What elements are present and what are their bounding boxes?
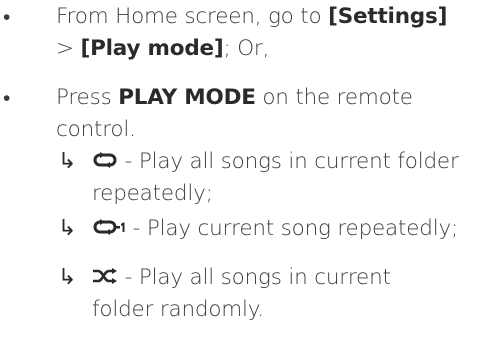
mode-line: - Play current song repeatedly; bbox=[92, 214, 458, 244]
separator-text: > bbox=[56, 36, 81, 61]
bullet-dot: • bbox=[3, 86, 11, 110]
mode-description: - Play all songs in current bbox=[118, 265, 391, 290]
arrow-icon: ↳ bbox=[58, 265, 77, 290]
instruction-text: ; Or, bbox=[223, 36, 270, 61]
bullet-dot: • bbox=[3, 5, 11, 29]
repeat-all-icon bbox=[92, 152, 118, 168]
bullet-line: Press PLAY MODE on the remote bbox=[56, 83, 413, 113]
shuffle-icon bbox=[92, 268, 118, 284]
repeat-one-icon bbox=[92, 219, 126, 235]
mode-description: - Play current song repeatedly; bbox=[126, 216, 459, 241]
manual-page: • From Home screen, go to [Settings] > [… bbox=[0, 0, 502, 341]
arrow-icon: ↳ bbox=[58, 216, 77, 241]
instruction-text: on the remote bbox=[255, 85, 413, 110]
bullet-line: control. bbox=[56, 115, 136, 145]
bullet-line: > [Play mode]; Or, bbox=[56, 34, 269, 64]
mode-line: - Play all songs in current folder bbox=[92, 147, 459, 177]
mode-line: folder randomly. bbox=[92, 295, 264, 325]
arrow-icon: ↳ bbox=[58, 149, 77, 174]
mode-description: repeatedly; bbox=[92, 181, 213, 206]
instruction-text: control. bbox=[56, 117, 136, 142]
mode-description: folder randomly. bbox=[92, 297, 264, 322]
play-mode-menu-label: [Play mode] bbox=[80, 36, 224, 61]
instruction-text: From Home screen, go to bbox=[56, 4, 329, 29]
mode-line: repeatedly; bbox=[92, 179, 213, 209]
mode-description: - Play all songs in current folder bbox=[118, 149, 459, 174]
play-mode-key-label: PLAY MODE bbox=[118, 85, 256, 110]
instruction-text: Press bbox=[56, 85, 119, 110]
settings-menu-label: [Settings] bbox=[328, 4, 448, 29]
mode-line: - Play all songs in current bbox=[92, 263, 391, 293]
bullet-line: From Home screen, go to [Settings] bbox=[56, 2, 447, 32]
